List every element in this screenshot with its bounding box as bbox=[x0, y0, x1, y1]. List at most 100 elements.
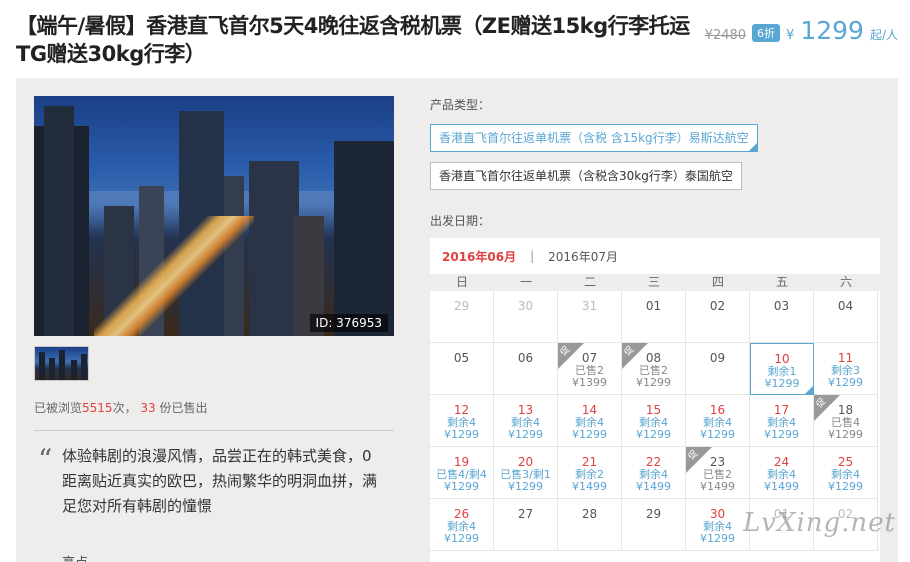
calendar-day: 09 bbox=[686, 343, 750, 395]
day-price: ¥1499 bbox=[700, 480, 735, 493]
calendar-day[interactable]: 15 剩余4 ¥1299 bbox=[622, 395, 686, 447]
day-number: 19 bbox=[453, 455, 470, 469]
day-price: ¥1299 bbox=[828, 376, 863, 389]
day-number: 14 bbox=[581, 403, 598, 417]
day-number: 31 bbox=[581, 299, 598, 313]
day-price: ¥1299 bbox=[828, 480, 863, 493]
day-price: ¥1299 bbox=[764, 377, 800, 390]
month-tab-july[interactable]: 2016年07月 bbox=[548, 248, 618, 265]
description-quote: “ 体验韩剧的浪漫风情，品尝正在的韩式美食，0距离贴近真实的欧巴，热闹繁华的明洞… bbox=[34, 444, 394, 519]
calendar-day: 02 bbox=[686, 291, 750, 343]
calendar-day: 03 bbox=[750, 291, 814, 343]
product-type-label: 产品类型： bbox=[430, 98, 491, 112]
day-number: 02 bbox=[709, 299, 726, 313]
day-price: ¥1299 bbox=[636, 428, 671, 441]
calendar-day: 促 23 已售2 ¥1499 bbox=[686, 447, 750, 499]
calendar-day: 27 bbox=[494, 499, 558, 551]
description-text: 体验韩剧的浪漫风情，品尝正在的韩式美食，0距离贴近真实的欧巴，热闹繁华的明洞血拼… bbox=[62, 447, 378, 515]
currency-symbol: ¥ bbox=[786, 28, 795, 43]
day-number: 09 bbox=[709, 351, 726, 365]
sale-tag-icon: 促 bbox=[622, 343, 648, 369]
day-number: 12 bbox=[453, 403, 470, 417]
highlight-heading: 亮点 bbox=[62, 552, 88, 562]
day-price: ¥1299 bbox=[444, 480, 479, 493]
calendar-day[interactable]: 20 已售3/剩1 ¥1299 bbox=[494, 447, 558, 499]
day-price: ¥1399 bbox=[572, 376, 607, 389]
calendar-day[interactable]: 30 剩余4 ¥1299 bbox=[686, 499, 750, 551]
calendar-day[interactable]: 22 剩余4 ¥1499 bbox=[622, 447, 686, 499]
day-price: ¥1299 bbox=[764, 428, 799, 441]
calendar-day[interactable]: 16 剩余4 ¥1299 bbox=[686, 395, 750, 447]
price-unit: 起/人 bbox=[869, 28, 898, 42]
day-number: 29 bbox=[645, 507, 662, 521]
day-price: ¥1299 bbox=[700, 532, 735, 545]
calendar-day[interactable]: 21 剩余2 ¥1499 bbox=[558, 447, 622, 499]
page-title: 【端午/暑假】香港直飞首尔5天4晚往返含税机票（ZE赠送15kg行李托运 TG赠… bbox=[16, 14, 690, 66]
day-number: 11 bbox=[837, 351, 854, 365]
day-number: 28 bbox=[581, 507, 598, 521]
calendar-day[interactable]: 25 剩余4 ¥1299 bbox=[814, 447, 878, 499]
day-price: ¥1299 bbox=[700, 428, 735, 441]
calendar-month-tabs: 2016年06月 | 2016年07月 bbox=[442, 248, 618, 265]
day-number: 05 bbox=[453, 351, 470, 365]
day-number: 03 bbox=[773, 299, 790, 313]
day-number: 17 bbox=[773, 403, 790, 417]
day-number: 13 bbox=[517, 403, 534, 417]
calendar-day[interactable]: 11 剩余3 ¥1299 bbox=[814, 343, 878, 395]
photo-id-label: ID: 376953 bbox=[309, 314, 388, 332]
day-number: 29 bbox=[453, 299, 470, 313]
calendar-day[interactable]: 13 剩余4 ¥1299 bbox=[494, 395, 558, 447]
day-price: ¥1299 bbox=[508, 428, 543, 441]
departure-date-label: 出发日期： bbox=[430, 214, 491, 228]
header: 【端午/暑假】香港直飞首尔5天4晚往返含税机票（ZE赠送15kg行李托运 TG赠… bbox=[16, 12, 696, 68]
calendar-day: 促 18 已售4 ¥1299 bbox=[814, 395, 878, 447]
weekday-header: 日一二三四五六 bbox=[430, 274, 880, 291]
product-type-option-2[interactable]: 香港直飞首尔往返单机票（含税含30kg行李）泰国航空 bbox=[430, 162, 742, 190]
view-count: 5515 bbox=[82, 401, 113, 415]
calendar-day: 04 bbox=[814, 291, 878, 343]
calendar-day: 05 bbox=[430, 343, 494, 395]
sold-count: 33 bbox=[140, 401, 156, 415]
price-box: ¥2480 6折 ¥ 1299 起/人 bbox=[705, 16, 898, 45]
weekday-label: 六 bbox=[839, 275, 852, 289]
day-number: 22 bbox=[645, 455, 662, 469]
day-price: ¥1299 bbox=[508, 480, 543, 493]
calendar-day[interactable]: 24 剩余4 ¥1499 bbox=[750, 447, 814, 499]
calendar-day[interactable]: 10 剩余1 ¥1299 bbox=[750, 343, 814, 395]
calendar-day: 促 08 已售2 ¥1299 bbox=[622, 343, 686, 395]
calendar-day[interactable]: 26 剩余4 ¥1299 bbox=[430, 499, 494, 551]
main-photo[interactable]: ID: 376953 bbox=[34, 96, 394, 336]
calendar-day[interactable]: 14 剩余4 ¥1299 bbox=[558, 395, 622, 447]
day-number: 15 bbox=[645, 403, 662, 417]
day-number: 26 bbox=[453, 507, 470, 521]
day-number: 01 bbox=[645, 299, 662, 313]
calendar-day[interactable]: 17 剩余4 ¥1299 bbox=[750, 395, 814, 447]
weekday-label: 一 bbox=[519, 275, 532, 289]
day-number: 06 bbox=[517, 351, 534, 365]
day-price: ¥1299 bbox=[444, 532, 479, 545]
calendar-day: 06 bbox=[494, 343, 558, 395]
day-price: ¥1299 bbox=[828, 428, 863, 441]
calendar-day[interactable]: 12 剩余4 ¥1299 bbox=[430, 395, 494, 447]
sales-stats: 已被浏览5515次， 33 份已售出 bbox=[34, 401, 208, 415]
sale-tag-icon: 促 bbox=[558, 343, 584, 369]
month-tab-june[interactable]: 2016年06月 bbox=[442, 248, 516, 265]
discount-badge: 6折 bbox=[752, 24, 781, 42]
quote-icon: “ bbox=[38, 443, 53, 476]
product-type-option-1[interactable]: 香港直飞首尔往返单机票（含税 含15kg行李）易斯达航空 bbox=[430, 124, 758, 152]
weekday-label: 日 bbox=[455, 275, 468, 289]
day-number: 10 bbox=[774, 352, 790, 366]
day-price: ¥1299 bbox=[636, 376, 671, 389]
calendar-day[interactable]: 19 已售4/剩4 ¥1299 bbox=[430, 447, 494, 499]
weekday-label: 四 bbox=[711, 275, 724, 289]
calendar-day: 28 bbox=[558, 499, 622, 551]
product-panel: ID: 376953 已被浏览5515次， 33 份已售出 “ 体验韩剧的浪漫风… bbox=[16, 78, 898, 562]
site-watermark: LvXing.net bbox=[742, 508, 896, 538]
day-number: 04 bbox=[837, 299, 854, 313]
photo-thumbnail[interactable] bbox=[34, 346, 89, 381]
day-number: 21 bbox=[581, 455, 598, 469]
original-price: ¥2480 bbox=[704, 28, 747, 43]
weekday-label: 二 bbox=[583, 275, 596, 289]
calendar-day: 31 bbox=[558, 291, 622, 343]
sale-tag-icon: 促 bbox=[814, 395, 840, 421]
